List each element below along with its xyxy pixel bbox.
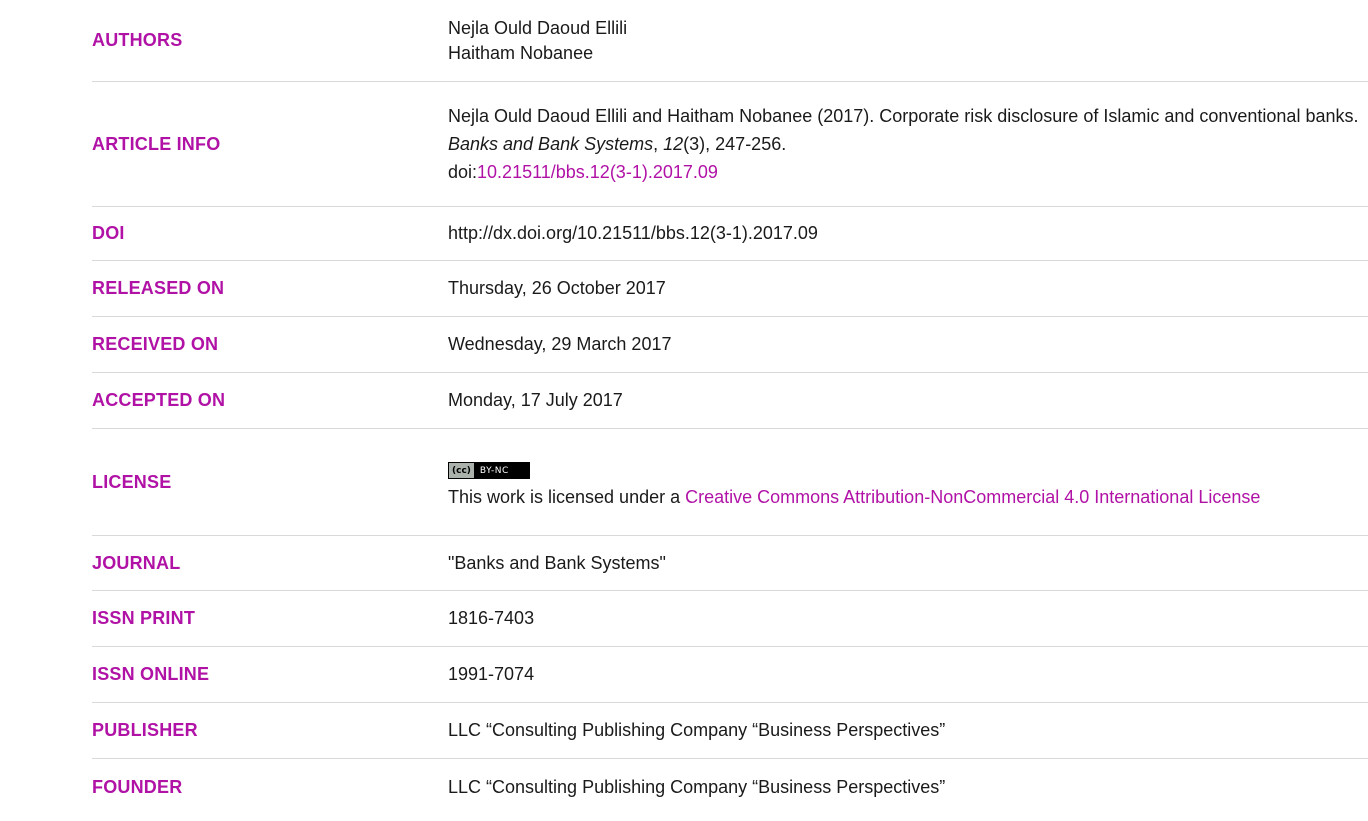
license-text: This work is licensed under a xyxy=(448,487,686,508)
label-issn-online: ISSN ONLINE xyxy=(92,664,210,684)
row-accepted-on: ACCEPTED ON Monday, 17 July 2017 xyxy=(92,373,1368,429)
label-founder: FOUNDER xyxy=(92,776,183,797)
citation-doi-link[interactable]: 10.21511/bbs.12(3-1).2017.09 xyxy=(477,162,718,182)
citation-doi-prefix: doi: xyxy=(448,162,478,182)
value-authors: Nejla Ould Daoud Ellili Haitham Nobanee xyxy=(448,16,1368,66)
author-name: Nejla Ould Daoud Ellili xyxy=(448,17,628,38)
row-license: LICENSE (cc) BY-NC This work is licensed… xyxy=(92,429,1368,536)
value-received-on: Wednesday, 29 March 2017 xyxy=(448,334,672,354)
license-link[interactable]: Creative Commons Attribution-NonCommerci… xyxy=(685,487,1260,507)
cc-icon: (cc) xyxy=(449,463,474,479)
value-issn-print: 1816-7403 xyxy=(448,608,535,628)
row-doi: DOI http://dx.doi.org/10.21511/bbs.12(3-… xyxy=(92,207,1368,261)
label-publisher: PUBLISHER xyxy=(92,720,198,740)
row-publisher: PUBLISHER LLC “Consulting Publishing Com… xyxy=(92,703,1368,759)
metadata-table: AUTHORS Nejla Ould Daoud Ellili Haitham … xyxy=(92,0,1368,815)
row-article-info: ARTICLE INFO Nejla Ould Daoud Ellili and… xyxy=(92,82,1368,207)
row-journal: JOURNAL "Banks and Bank Systems" xyxy=(92,536,1368,591)
row-founder: FOUNDER LLC “Consulting Publishing Compa… xyxy=(92,759,1368,815)
citation-volume: 12 xyxy=(663,134,684,154)
row-released-on: RELEASED ON Thursday, 26 October 2017 xyxy=(92,261,1368,317)
value-article-info: Nejla Ould Daoud Ellili and Haitham Noba… xyxy=(448,102,1368,186)
value-doi: http://dx.doi.org/10.21511/bbs.12(3-1).2… xyxy=(448,223,818,243)
label-authors: AUTHORS xyxy=(92,30,183,50)
label-released-on: RELEASED ON xyxy=(92,278,225,298)
label-license: LICENSE xyxy=(92,471,172,492)
value-released-on: Thursday, 26 October 2017 xyxy=(448,278,666,298)
label-issn-print: ISSN PRINT xyxy=(92,608,196,628)
author-name: Haitham Nobanee xyxy=(448,42,594,63)
label-journal: JOURNAL xyxy=(92,552,181,573)
label-doi: DOI xyxy=(92,223,125,243)
value-issn-online: 1991-7074 xyxy=(448,664,535,684)
citation-journal: Banks and Bank Systems xyxy=(448,134,654,154)
row-authors: AUTHORS Nejla Ould Daoud Ellili Haitham … xyxy=(92,0,1368,82)
value-founder: LLC “Consulting Publishing Company “Busi… xyxy=(448,776,946,797)
citation-issue-pages: (3), 247-256. xyxy=(683,134,787,154)
row-issn-print: ISSN PRINT 1816-7403 xyxy=(92,591,1368,647)
row-issn-online: ISSN ONLINE 1991-7074 xyxy=(92,647,1368,703)
value-publisher: LLC “Consulting Publishing Company “Busi… xyxy=(448,720,946,740)
label-accepted-on: ACCEPTED ON xyxy=(92,390,226,410)
citation-comma: , xyxy=(653,134,664,154)
cc-license-badge[interactable]: (cc) BY-NC xyxy=(448,462,530,480)
by-nc-label: BY-NC xyxy=(473,463,529,479)
label-received-on: RECEIVED ON xyxy=(92,334,219,354)
value-journal: "Banks and Bank Systems" xyxy=(448,552,666,573)
value-accepted-on: Monday, 17 July 2017 xyxy=(448,390,623,410)
label-article-info: ARTICLE INFO xyxy=(92,133,221,154)
row-received-on: RECEIVED ON Wednesday, 29 March 2017 xyxy=(92,317,1368,373)
citation-text: Nejla Ould Daoud Ellili and Haitham Noba… xyxy=(448,106,1359,126)
value-license: (cc) BY-NC This work is licensed under a… xyxy=(448,453,1368,512)
